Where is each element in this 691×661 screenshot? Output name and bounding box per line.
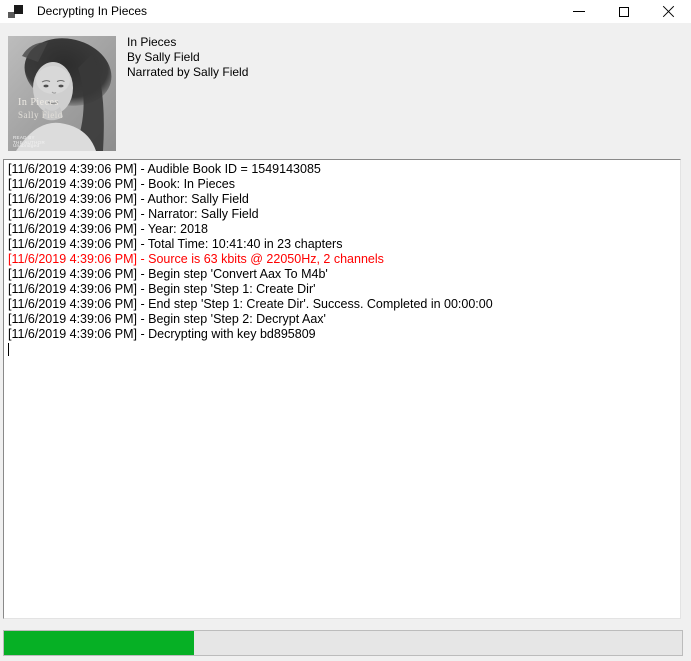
log-line: [11/6/2019 4:39:06 PM] - Year: 2018 — [8, 222, 676, 237]
minimize-icon — [573, 11, 585, 12]
log-line: [11/6/2019 4:39:06 PM] - Begin step 'Ste… — [8, 312, 676, 327]
log-textbox[interactable]: [11/6/2019 4:39:06 PM] - Audible Book ID… — [3, 159, 681, 619]
log-line: [11/6/2019 4:39:06 PM] - Source is 63 kb… — [8, 252, 676, 267]
book-author-line: By Sally Field — [127, 50, 248, 65]
log-line: [11/6/2019 4:39:06 PM] - Audible Book ID… — [8, 162, 676, 177]
minimize-button[interactable] — [556, 0, 601, 23]
maximize-button[interactable] — [601, 0, 646, 23]
log-line: [11/6/2019 4:39:06 PM] - Book: In Pieces — [8, 177, 676, 192]
log-caret-line — [8, 342, 676, 357]
log-line: [11/6/2019 4:39:06 PM] - Narrator: Sally… — [8, 207, 676, 222]
window-controls — [556, 0, 691, 23]
log-line: [11/6/2019 4:39:06 PM] - Author: Sally F… — [8, 192, 676, 207]
progress-bar — [3, 630, 683, 656]
log-line: [11/6/2019 4:39:06 PM] - Begin step 'Ste… — [8, 282, 676, 297]
app-icon-square-big — [14, 5, 23, 14]
cover-title-text: In Pieces — [18, 97, 59, 108]
close-button[interactable] — [646, 0, 691, 23]
cover-portrait-art — [8, 36, 116, 151]
book-title: In Pieces — [127, 35, 248, 50]
book-narrator-line: Narrated by Sally Field — [127, 65, 248, 80]
cover-edition-text: Unabridged — [13, 143, 39, 148]
window-title: Decrypting In Pieces — [37, 3, 147, 20]
log-line: [11/6/2019 4:39:06 PM] - Decrypting with… — [8, 327, 676, 342]
log-line: [11/6/2019 4:39:06 PM] - End step 'Step … — [8, 297, 676, 312]
app-window: Decrypting In Pieces — [0, 0, 691, 661]
maximize-icon — [619, 7, 629, 17]
book-cover: In Pieces Sally Field READ BY THE AUTHOR… — [8, 36, 116, 151]
close-icon — [662, 5, 675, 18]
title-bar: Decrypting In Pieces — [0, 0, 691, 23]
book-info: In Pieces By Sally Field Narrated by Sal… — [127, 35, 248, 80]
log-line: [11/6/2019 4:39:06 PM] - Begin step 'Con… — [8, 267, 676, 282]
cover-author-text: Sally Field — [18, 110, 63, 120]
log-line: [11/6/2019 4:39:06 PM] - Total Time: 10:… — [8, 237, 676, 252]
app-icon — [8, 4, 24, 20]
text-cursor — [8, 343, 9, 356]
progress-fill — [4, 631, 194, 655]
